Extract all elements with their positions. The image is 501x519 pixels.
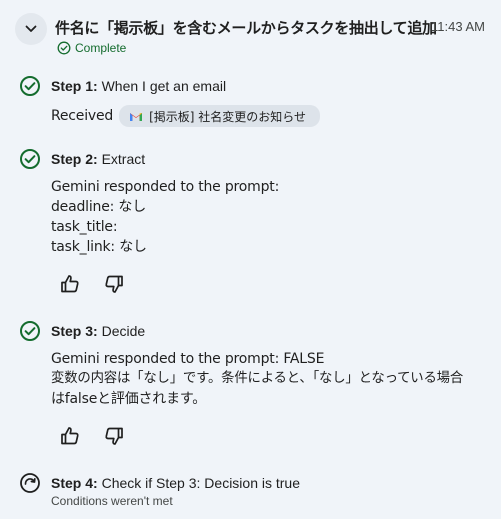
step-3-label: Step 3: (51, 323, 98, 339)
step-3-text: Decide (101, 323, 146, 339)
step-3-output: Gemini responded to the prompt: FALSE 変数… (51, 349, 496, 409)
step-1-received-row: Received [掲示板] 社名変更のお知らせ (51, 105, 321, 127)
output-line: Gemini responded to the prompt: (51, 179, 280, 195)
step-2-text: Extract (101, 151, 146, 167)
step-2-heading: Step 2: Extract (51, 151, 145, 167)
thumb-down-icon[interactable] (103, 273, 125, 295)
step-4-text: Check if Step 3: Decision is true (101, 475, 300, 491)
step-3-feedback (59, 425, 125, 447)
email-chip[interactable]: [掲示板] 社名変更のお知らせ (119, 105, 321, 127)
thumb-up-icon[interactable] (59, 425, 81, 447)
run-timestamp: 11:43 AM (431, 19, 485, 34)
check-circle-icon (20, 149, 40, 169)
flow-run-card: 件名に「掲示板」を含むメールからタスクを抽出して追加 11:43 AM Comp… (3, 3, 498, 516)
step-2-feedback (59, 273, 125, 295)
skipped-icon (20, 473, 40, 493)
flow-title: 件名に「掲示板」を含むメールからタスクを抽出して追加 (55, 19, 437, 37)
step-1-heading: Step 1: When I get an email (51, 78, 226, 94)
status-text: Complete (75, 41, 127, 55)
output-line: task_title: (51, 219, 118, 235)
received-label: Received (51, 108, 114, 124)
check-circle-icon (57, 41, 71, 55)
output-line: task_link: なし (51, 239, 147, 255)
output-line: deadline: なし (51, 199, 146, 215)
check-circle-icon (20, 321, 40, 341)
gmail-icon (130, 112, 143, 121)
collapse-button[interactable] (15, 13, 47, 45)
step-2-output: Gemini responded to the prompt: deadline… (51, 177, 279, 257)
step-4-label: Step 4: (51, 475, 98, 491)
step-3-heading: Step 3: Decide (51, 323, 145, 339)
thumb-down-icon[interactable] (103, 425, 125, 447)
step-4-heading: Step 4: Check if Step 3: Decision is tru… (51, 475, 300, 491)
chevron-down-icon (25, 25, 37, 32)
step-4-subtext: Conditions weren't met (51, 494, 173, 508)
email-subject: [掲示板] 社名変更のお知らせ (149, 109, 307, 124)
thumb-up-icon[interactable] (59, 273, 81, 295)
step-2-label: Step 2: (51, 151, 98, 167)
output-line: 変数の内容は「なし」です。条件によると、「なし」となっている場合 (51, 371, 464, 386)
output-line: Gemini responded to the prompt: FALSE (51, 351, 325, 367)
output-line: はfalseと評価されます。 (51, 391, 207, 407)
status-badge: Complete (57, 41, 126, 55)
step-1-text: When I get an email (101, 78, 227, 94)
step-1-label: Step 1: (51, 78, 98, 94)
check-circle-icon (20, 76, 40, 96)
